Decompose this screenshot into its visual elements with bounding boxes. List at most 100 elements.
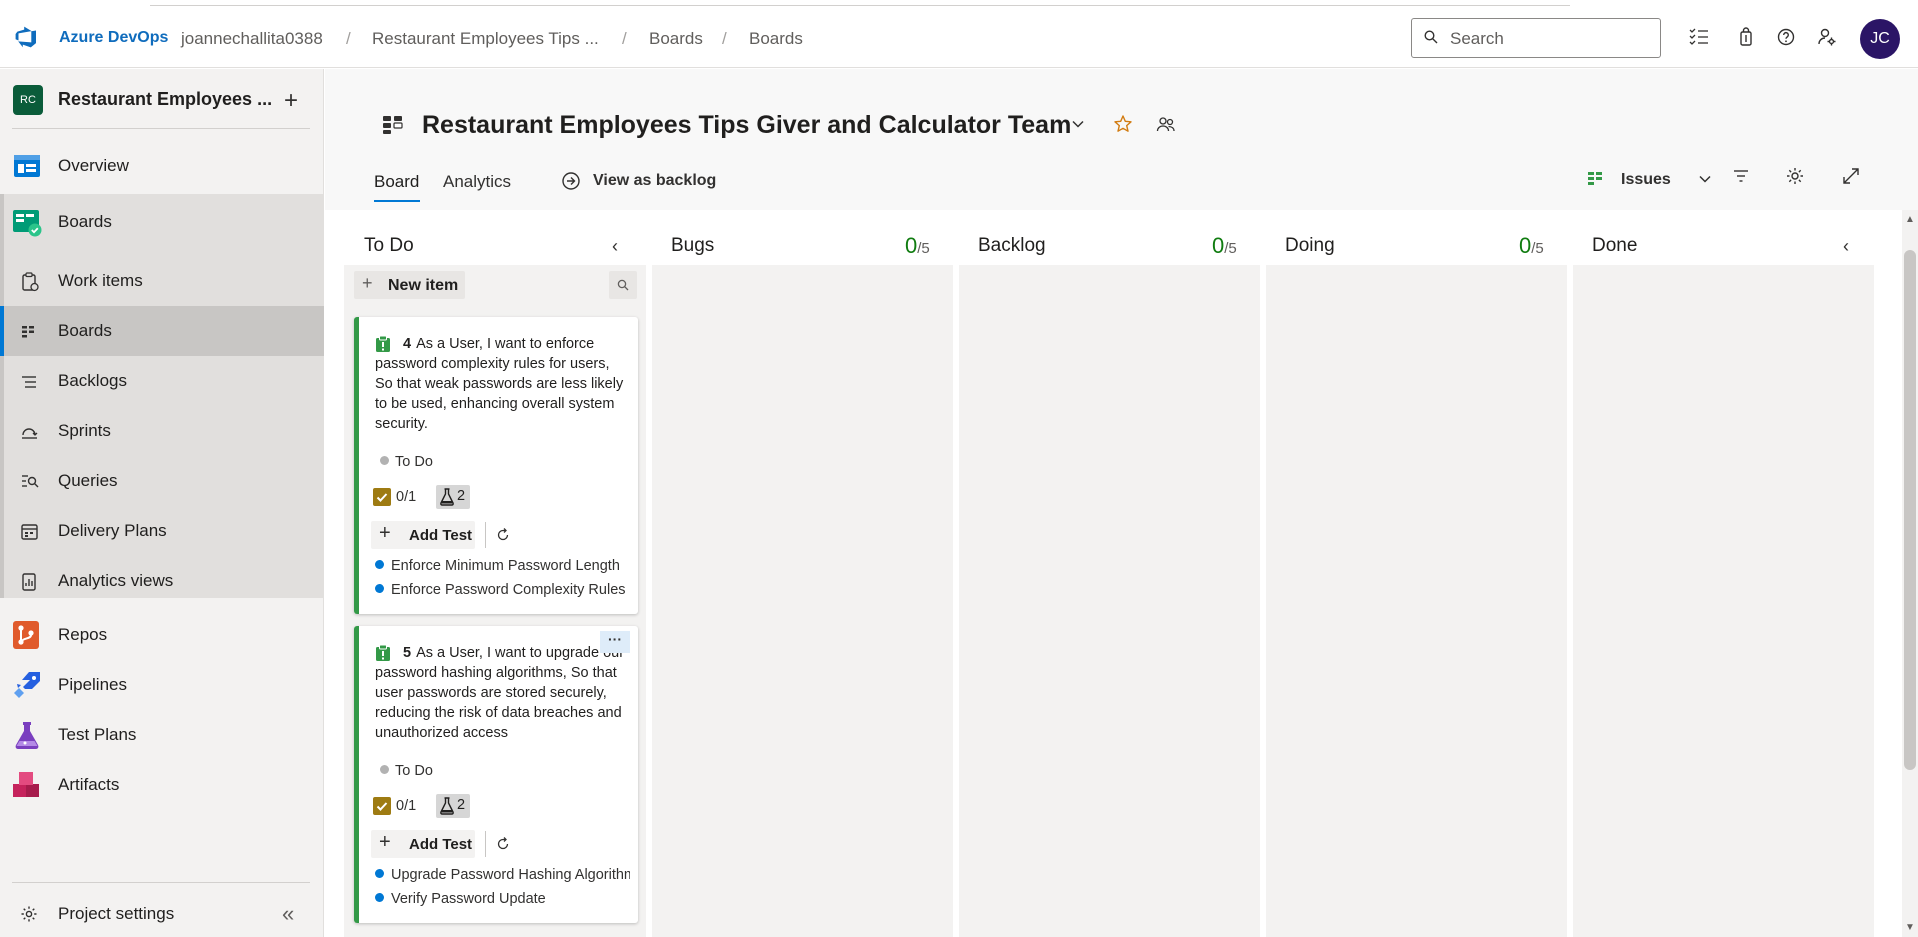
card-more-options-button[interactable]: ··· <box>600 631 630 653</box>
sidebar-item-boards[interactable]: Boards <box>0 197 324 247</box>
sidebar-item-overview[interactable]: Overview <box>0 141 324 191</box>
add-new-button[interactable]: + <box>284 87 298 115</box>
test-count: 2 <box>457 488 466 504</box>
boards-icon <box>12 207 42 237</box>
collapse-column-button[interactable]: ‹ <box>1843 236 1849 257</box>
fullscreen-icon[interactable] <box>1841 166 1861 186</box>
search-box[interactable] <box>1411 18 1661 58</box>
breadcrumb-project[interactable]: Restaurant Employees Tips ... <box>372 29 599 49</box>
brand-name[interactable]: Azure DevOps <box>59 29 168 47</box>
state-dot <box>380 456 389 465</box>
project-badge[interactable]: RC <box>13 85 43 115</box>
sidebar-item-backlogs[interactable]: Backlogs <box>0 356 324 406</box>
task-list-icon[interactable] <box>1688 26 1710 48</box>
card-title[interactable]: 5 As a User, I want to upgrade our passwo… <box>375 643 625 743</box>
queries-icon <box>20 472 40 490</box>
scroll-down-icon[interactable]: ▼ <box>1905 922 1915 933</box>
sidebar-item-queries[interactable]: Queries <box>0 456 324 506</box>
user-settings-icon[interactable] <box>1816 26 1838 48</box>
chevron-down-icon[interactable] <box>1070 116 1086 132</box>
child-title: Enforce Minimum Password Length <box>391 558 620 574</box>
sidebar-item-test-plans[interactable]: Test Plans <box>0 710 324 760</box>
sidebar-item-repos[interactable]: Repos <box>0 610 324 660</box>
shopping-bag-icon[interactable] <box>1735 26 1757 48</box>
work-item-card[interactable]: 5 As a User, I want to upgrade our passwo… <box>354 626 638 923</box>
collapse-column-button[interactable]: ‹ <box>612 236 618 257</box>
team-members-icon[interactable] <box>1156 115 1176 133</box>
sidebar-item-work-items[interactable]: Work items <box>0 256 324 306</box>
sidebar-item-sprints[interactable]: Sprints <box>0 406 324 456</box>
backlog-level-icon <box>1587 171 1605 187</box>
sidebar-item-label: Pipelines <box>58 675 127 694</box>
child-title: Verify Password Update <box>391 891 546 907</box>
project-settings-button[interactable]: Project settings « <box>0 891 324 937</box>
team-board-icon <box>382 115 404 135</box>
column-header-doing: Doing <box>1285 235 1335 256</box>
sidebar-item-analytics-views[interactable]: Analytics views <box>0 556 324 606</box>
project-sidebar: RC Restaurant Employees ... + Overview B… <box>0 69 324 937</box>
test-count-badge[interactable]: 2 <box>436 485 470 509</box>
tab-analytics[interactable]: Analytics <box>443 172 511 192</box>
analytics-views-icon <box>20 572 40 591</box>
new-item-button[interactable]: + New item <box>354 271 465 299</box>
sidebar-item-label: Backlogs <box>58 371 127 390</box>
refresh-icon[interactable] <box>496 528 510 542</box>
add-test-button[interactable]: + Add Test <box>371 521 475 549</box>
divider <box>485 522 486 548</box>
child-work-item[interactable]: Verify Password Update <box>375 891 630 907</box>
settings-gear-icon[interactable] <box>1785 166 1805 186</box>
child-work-item[interactable]: Upgrade Password Hashing Algorithms <box>375 867 630 883</box>
column-search-button[interactable] <box>609 271 637 299</box>
child-title: Upgrade Password Hashing Algorithms <box>391 867 630 883</box>
card-title[interactable]: 4 As a User, I want to enforce password c… <box>375 334 625 434</box>
scroll-up-icon[interactable]: ▲ <box>1905 214 1915 225</box>
breadcrumb-organization[interactable]: joannechallita0388 <box>181 29 323 49</box>
overview-icon <box>12 151 42 181</box>
tab-board[interactable]: Board <box>374 172 420 202</box>
divider <box>12 882 310 883</box>
flask-icon <box>440 488 454 506</box>
search-input[interactable] <box>1450 27 1650 51</box>
scrollbar-thumb[interactable] <box>1904 250 1916 770</box>
work-items-icon <box>20 272 40 292</box>
sidebar-item-delivery-plans[interactable]: Delivery Plans <box>0 506 324 556</box>
sidebar-item-pipelines[interactable]: Pipelines <box>0 660 324 710</box>
child-state-dot <box>375 584 384 593</box>
wip-limit: /5 <box>1224 240 1237 257</box>
work-item-card[interactable]: 4 As a User, I want to enforce password c… <box>354 317 638 614</box>
wip-count: 0 <box>905 233 918 258</box>
collapse-sidebar-button[interactable]: « <box>282 901 294 927</box>
sidebar-item-artifacts[interactable]: Artifacts <box>0 760 324 810</box>
refresh-icon[interactable] <box>496 837 510 851</box>
add-test-button[interactable]: + Add Test <box>371 830 475 858</box>
breadcrumb-boards-hub[interactable]: Boards <box>649 29 703 49</box>
tab-label: Board <box>374 172 420 191</box>
active-tab-indicator <box>374 200 420 202</box>
child-work-item[interactable]: Enforce Password Complexity Rules <box>375 582 630 598</box>
card-id: 4 <box>403 336 412 352</box>
column-header-bugs: Bugs <box>671 235 715 256</box>
project-name[interactable]: Restaurant Employees ... <box>58 89 272 110</box>
artifacts-icon <box>12 770 42 800</box>
test-count-badge[interactable]: 2 <box>436 794 470 818</box>
child-work-item[interactable]: Enforce Minimum Password Length <box>375 558 630 574</box>
sidebar-item-label: Boards <box>58 212 112 231</box>
column-wip-count: 0/5 <box>1212 233 1237 259</box>
wip-count: 0 <box>1212 233 1225 258</box>
breadcrumb-separator: / <box>622 29 627 48</box>
filter-icon[interactable] <box>1731 166 1751 186</box>
chevron-down-icon <box>1697 171 1713 187</box>
azure-devops-logo-icon[interactable] <box>14 25 38 49</box>
boards-sub-icon <box>20 322 40 340</box>
test-plans-icon <box>12 720 42 750</box>
project-settings-label: Project settings <box>58 904 175 923</box>
browser-edge-line <box>150 0 1570 6</box>
breadcrumb-boards-page[interactable]: Boards <box>749 29 803 49</box>
help-icon[interactable] <box>1775 26 1797 48</box>
avatar[interactable]: JC <box>1860 19 1900 59</box>
search-icon <box>1424 30 1438 44</box>
column-lane-done <box>1573 265 1874 937</box>
sidebar-item-boards-sub[interactable]: Boards <box>0 306 324 356</box>
favorite-star-icon[interactable] <box>1113 114 1133 134</box>
board-scrollbar[interactable]: ▲ ▼ <box>1902 210 1918 937</box>
